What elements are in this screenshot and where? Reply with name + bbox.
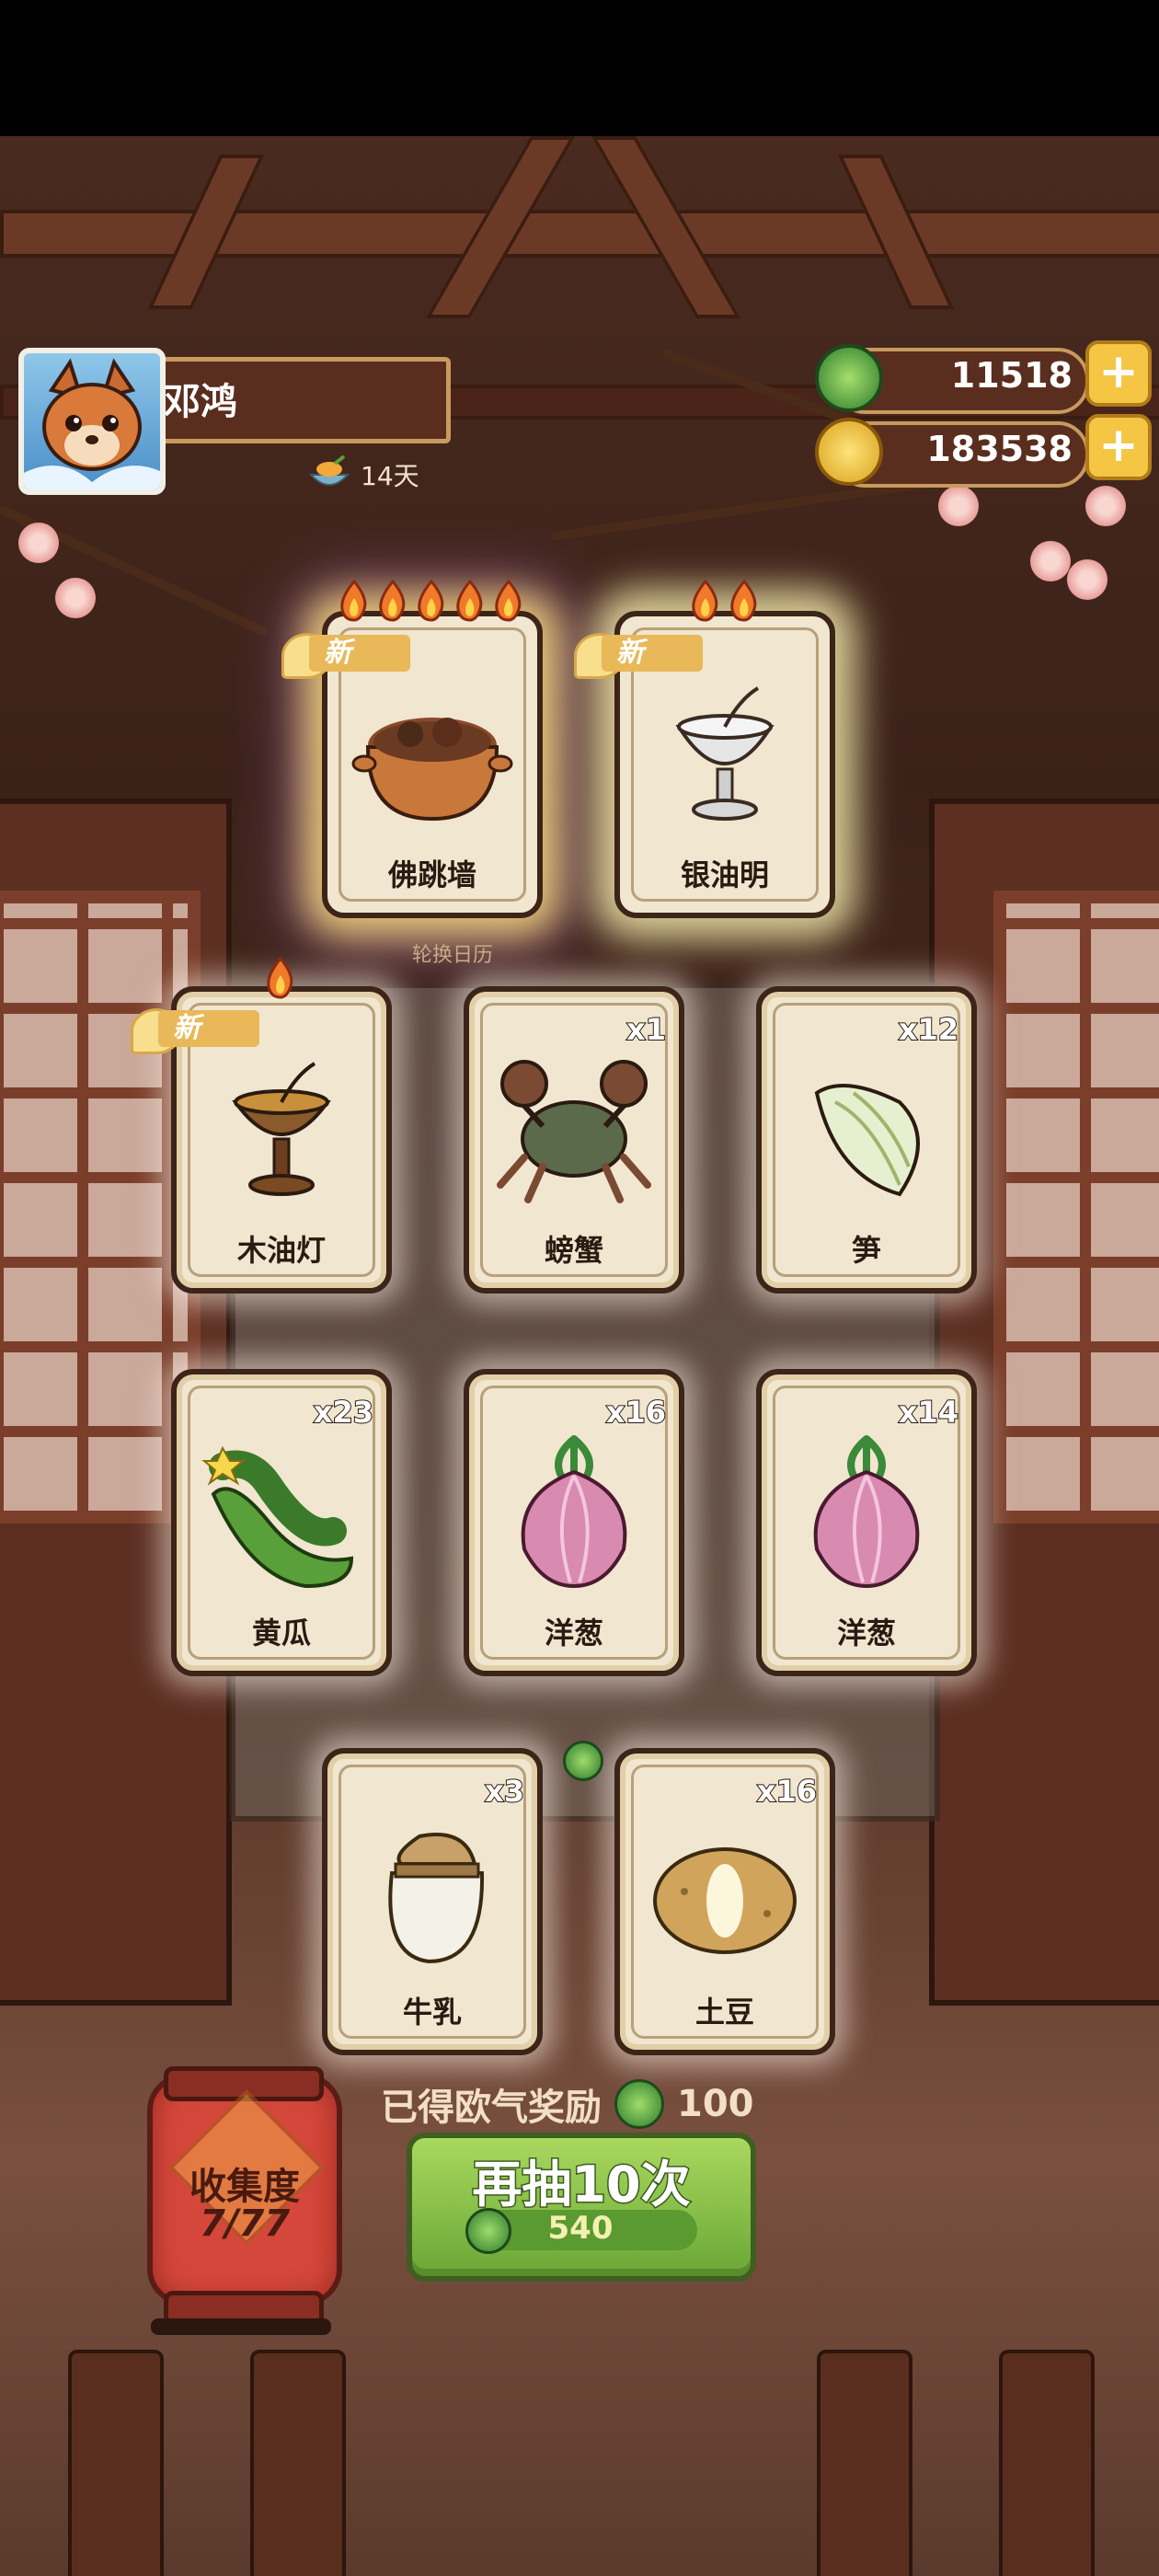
- player-avatar[interactable]: [18, 348, 166, 495]
- flame-icon: [340, 580, 367, 622]
- card-name: 银油明: [680, 857, 769, 892]
- card-cucumber[interactable]: x23 黄瓜: [171, 1369, 392, 1676]
- new-badge: 新: [131, 1001, 269, 1056]
- add-jade-button[interactable]: +: [1085, 340, 1152, 407]
- blossom: [938, 486, 979, 526]
- login-days: 14天: [307, 454, 419, 495]
- card-name: 土豆: [694, 1995, 754, 2030]
- collection-value: 7/77: [199, 2202, 291, 2245]
- card-potato[interactable]: x16 土豆: [614, 1748, 835, 2055]
- soup-pot-icon: [351, 718, 513, 822]
- jade-coin-icon: [614, 2079, 664, 2129]
- wood-lamp-icon: [232, 1062, 331, 1196]
- rarity-flames: [686, 580, 763, 622]
- flame-icon: [456, 580, 483, 622]
- blossom: [1067, 559, 1107, 600]
- cucumber-icon: [201, 1445, 354, 1589]
- card-count: x16: [756, 1773, 818, 1810]
- card-count: x16: [605, 1394, 667, 1431]
- fence-post: [999, 2350, 1095, 2576]
- luck-reward-label: 已得欧气奖励: [381, 2087, 602, 2129]
- fox-avatar-icon: [24, 358, 160, 489]
- card-name: 牛乳: [402, 1995, 462, 2030]
- card-crab[interactable]: x1 螃蟹: [464, 986, 684, 1294]
- onion-icon: [813, 1435, 920, 1589]
- card-bamboo-shoot[interactable]: x12 笋: [756, 986, 977, 1294]
- card-count: x14: [898, 1394, 959, 1431]
- milk-jar-icon: [388, 1833, 485, 1964]
- card-onion[interactable]: x16 洋葱: [464, 1369, 684, 1676]
- fence-post: [817, 2350, 912, 2576]
- new-badge: 新: [574, 626, 712, 681]
- card-name: 洋葱: [544, 1616, 603, 1650]
- player-name: 邓鸿: [164, 381, 237, 423]
- fence-post: [250, 2350, 346, 2576]
- draw-again-label: 再抽10次: [471, 2155, 692, 2215]
- flame-icon: [267, 957, 293, 999]
- card-onion[interactable]: x14 洋葱: [756, 1369, 977, 1676]
- blossom: [55, 578, 96, 618]
- card-name: 洋葱: [836, 1616, 896, 1650]
- card-name: 木油灯: [236, 1233, 326, 1268]
- flame-icon: [418, 580, 444, 622]
- rarity-flames: [261, 957, 300, 999]
- new-badge-label: 新: [602, 635, 703, 672]
- card-count: x12: [898, 1011, 959, 1048]
- card-count: x3: [484, 1773, 525, 1810]
- login-days-value: 14天: [361, 461, 419, 491]
- potato-icon: [653, 1847, 797, 1954]
- luck-reward-value: 100: [677, 2083, 754, 2125]
- card-name: 笋: [851, 1233, 881, 1268]
- card-count: x23: [313, 1394, 374, 1431]
- bamboo-shoot-icon: [814, 1084, 920, 1197]
- blossom: [1085, 486, 1126, 526]
- crab-icon: [497, 1060, 651, 1203]
- jade-coin-icon: [465, 2208, 511, 2254]
- rotation-calendar-label: 轮换日历: [412, 944, 494, 967]
- draw-cost-value: 540: [547, 2210, 614, 2247]
- card-count: x1: [625, 1011, 667, 1048]
- status-bar-blank: [0, 0, 1159, 136]
- coin-amount: 183538: [926, 429, 1073, 469]
- card-name: 黄瓜: [251, 1616, 311, 1650]
- rarity-flames: [335, 580, 528, 622]
- silver-lamp-icon: [675, 686, 775, 821]
- card-name: 佛跳墙: [387, 857, 476, 892]
- card-name: 螃蟹: [544, 1233, 603, 1268]
- onion-icon: [521, 1435, 627, 1589]
- luck-reward: 已得欧气奖励 100: [381, 2077, 754, 2131]
- right-window-lattice: [993, 891, 1159, 1524]
- flame-icon: [730, 580, 757, 622]
- new-badge-label: 新: [158, 1010, 259, 1047]
- calendar-bowl-icon: [308, 454, 350, 486]
- blossom: [18, 523, 59, 563]
- card-milk[interactable]: x3 牛乳: [322, 1748, 543, 2055]
- lantern-stand: [151, 2318, 331, 2335]
- flame-icon: [495, 580, 522, 622]
- blossom: [1030, 541, 1071, 581]
- new-badge: 新: [281, 626, 419, 681]
- flame-icon: [692, 580, 718, 622]
- new-badge-label: 新: [309, 635, 410, 672]
- flame-icon: [379, 580, 406, 622]
- add-coins-button[interactable]: +: [1085, 414, 1152, 480]
- roof-beam: [0, 210, 1159, 258]
- jade-amount: 11518: [950, 355, 1073, 396]
- jade-coin-marker: [563, 1741, 603, 1781]
- fence-post: [68, 2350, 164, 2576]
